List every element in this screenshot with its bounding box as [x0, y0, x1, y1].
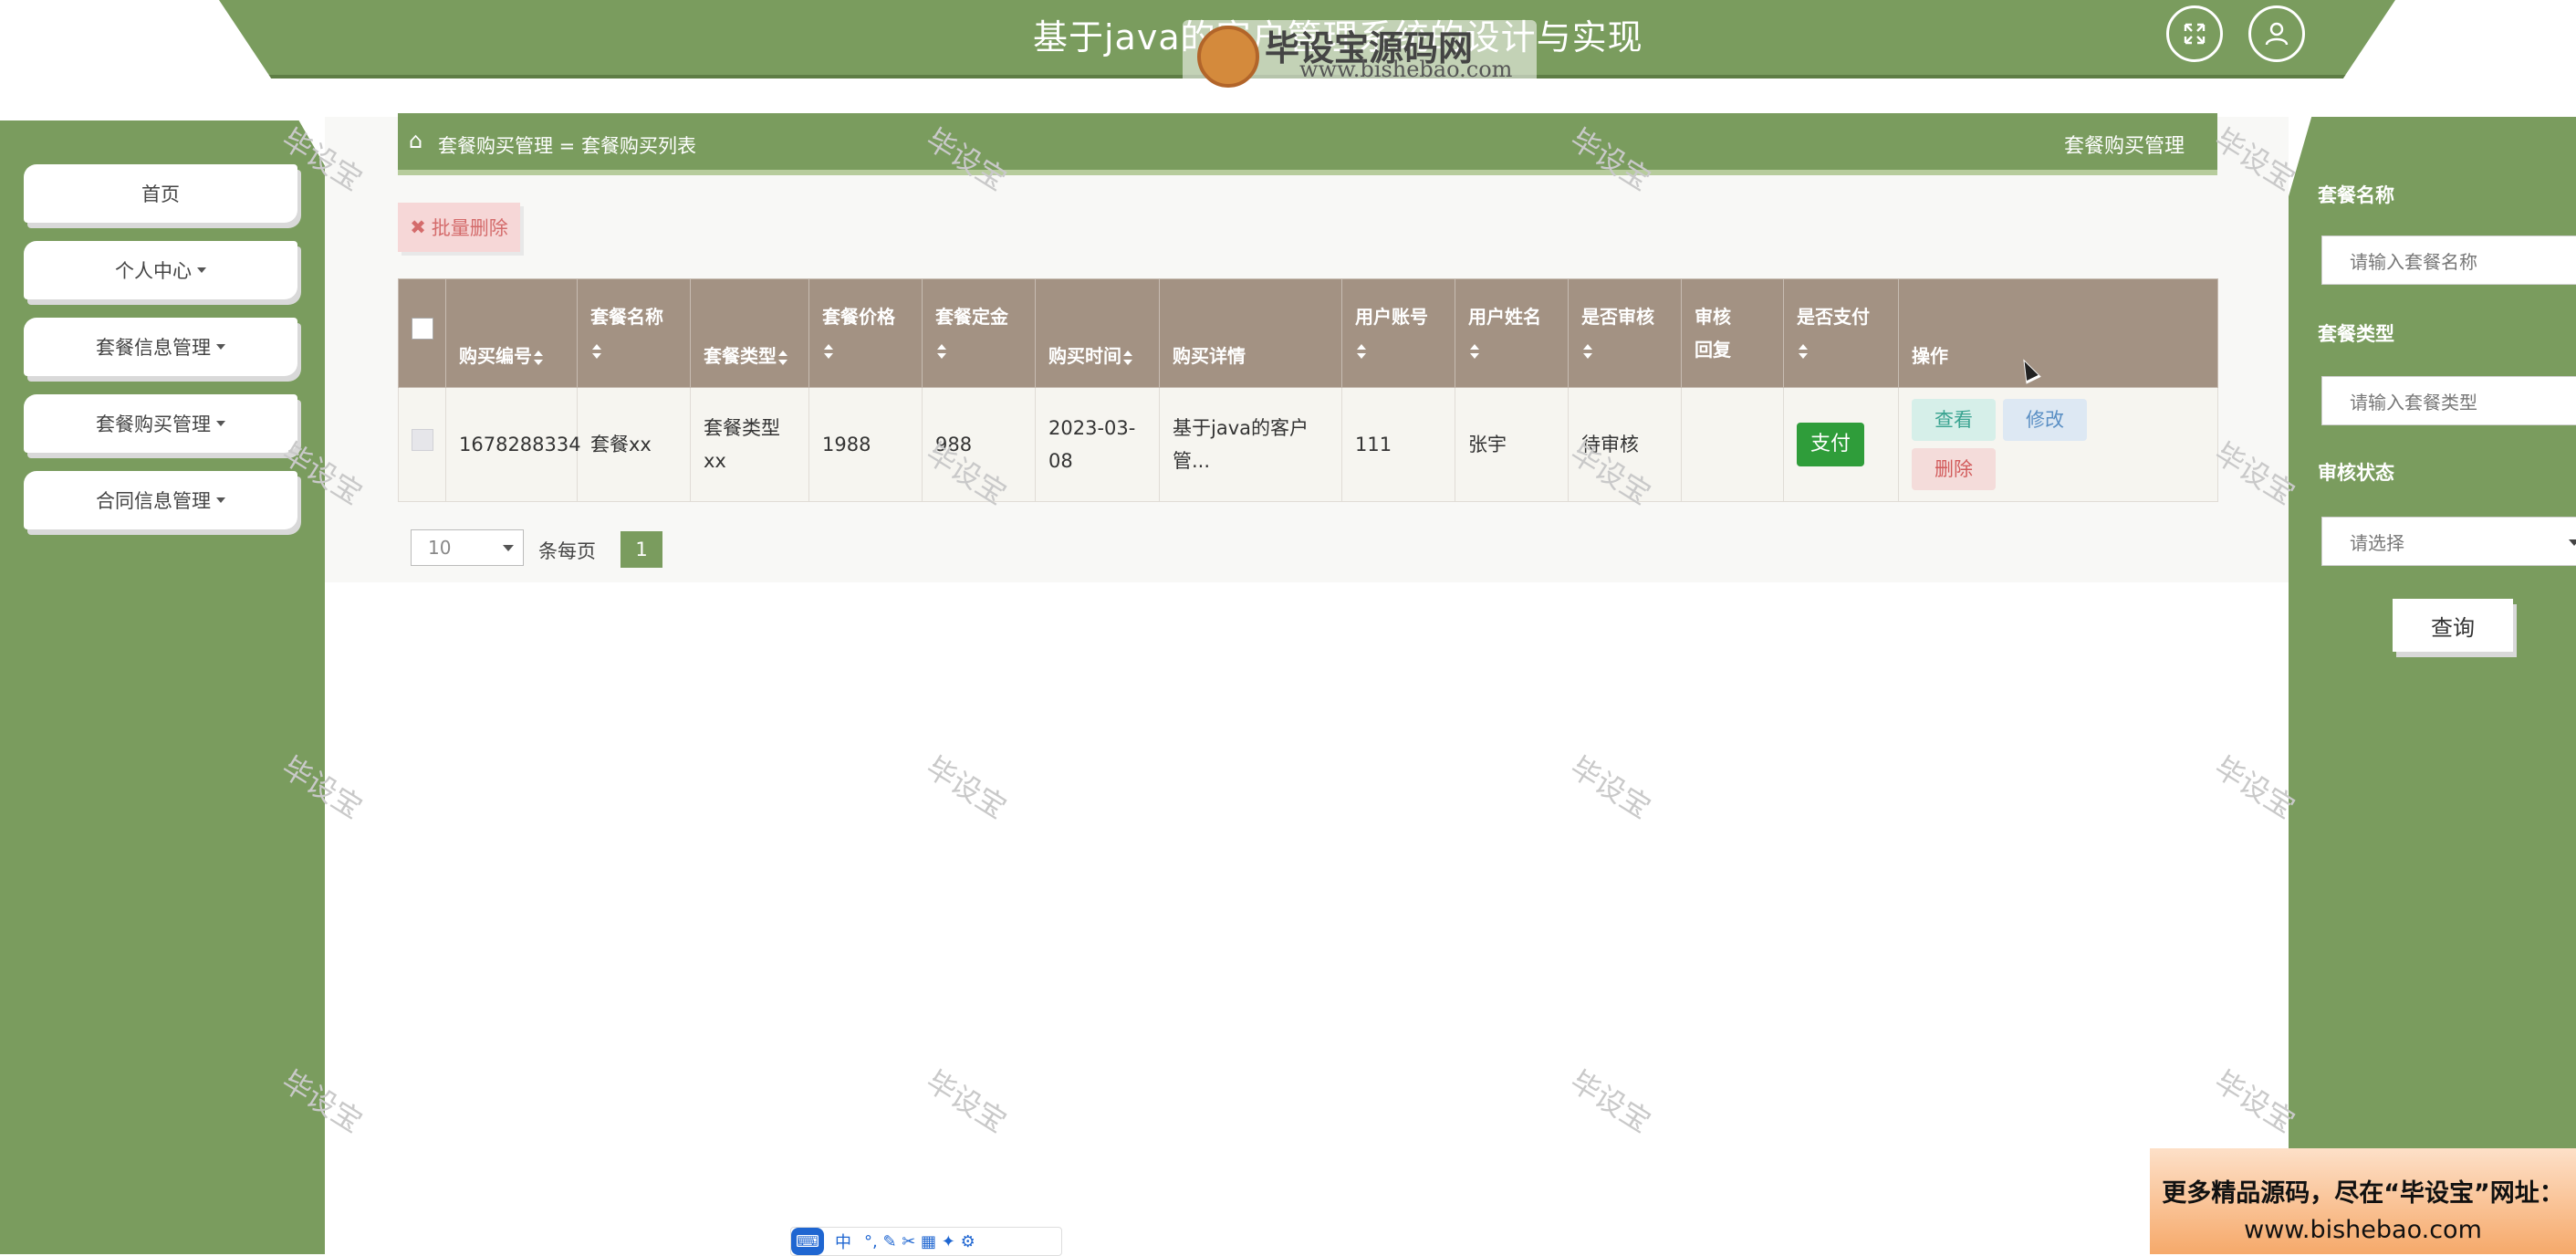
package-name-input[interactable]: 请输入套餐名称: [2321, 236, 2576, 285]
sort-icon[interactable]: [592, 343, 601, 359]
cell-package-name: 套餐xx: [577, 387, 691, 502]
promo-line: 更多精品源码，尽在“毕设宝”网址：: [2162, 1179, 2564, 1208]
cell-package-price: 1988: [808, 387, 923, 502]
column-header: 购买详情: [1159, 278, 1342, 388]
sort-icon[interactable]: [778, 350, 787, 365]
column-header[interactable]: 套餐名称: [577, 278, 691, 388]
search-status-label: 审核状态: [2318, 462, 2394, 484]
select-all-cell: [398, 278, 446, 388]
sort-icon[interactable]: [937, 343, 946, 359]
cell-audit-status: 待审核: [1568, 387, 1682, 502]
sidebar-item-label: 个人中心: [115, 260, 192, 282]
sort-icon[interactable]: [824, 343, 833, 359]
sidebar-item-contract-info[interactable]: 合同信息管理: [24, 471, 297, 529]
expand-icon: [2184, 23, 2206, 45]
cell-purchase-id: 1678288334: [445, 387, 581, 502]
page-number-button[interactable]: 1: [621, 531, 662, 568]
column-header[interactable]: 是否审核: [1568, 278, 1682, 388]
watermark: 毕设宝: [920, 1063, 1013, 1140]
cell-user-name: 张宇: [1455, 387, 1569, 502]
search-type-label: 套餐类型: [2318, 323, 2394, 345]
pay-button[interactable]: 支付: [1797, 423, 1864, 466]
logo-url: www.bishebao.com: [1299, 57, 1513, 82]
table-row: 1678288334 套餐xx 套餐类型xx 1988 988 2023-03-…: [398, 387, 2218, 502]
sort-icon[interactable]: [534, 350, 543, 365]
cell-package-type: 套餐类型xx: [690, 387, 809, 502]
select-all-checkbox[interactable]: [412, 318, 433, 340]
edit-button[interactable]: 修改: [2003, 399, 2087, 441]
column-header[interactable]: 用户账号: [1341, 278, 1455, 388]
column-header[interactable]: 套餐价格: [808, 278, 923, 388]
promo-url: www.bishebao.com: [2244, 1216, 2482, 1244]
caret-down-icon: [197, 267, 206, 273]
watermark: 毕设宝: [1564, 749, 1657, 826]
query-button[interactable]: 查询: [2393, 599, 2513, 652]
fullscreen-button[interactable]: [2166, 5, 2223, 62]
caret-down-icon: [216, 497, 225, 503]
cell-actions: 查看 修改 删除: [1898, 387, 2218, 502]
watermark: 毕设宝: [920, 749, 1013, 826]
search-panel: [2289, 117, 2576, 1254]
column-header[interactable]: 购买时间: [1035, 278, 1160, 388]
sidebar-item-label: 套餐购买管理: [96, 413, 211, 435]
caret-down-icon: [216, 344, 225, 350]
cell-purchase-time: 2023-03-08: [1035, 387, 1160, 502]
column-header: 操作: [1898, 278, 2218, 388]
cell-package-deposit: 988: [922, 387, 1036, 502]
cell-audit-reply: [1681, 387, 1784, 502]
breadcrumb: ⌂ 套餐购买管理 = 套餐购买列表 套餐购买管理: [398, 113, 2217, 175]
column-header[interactable]: 用户姓名: [1455, 278, 1569, 388]
breadcrumb-path: 套餐购买管理 = 套餐购买列表: [438, 135, 696, 157]
sidebar-item-label: 合同信息管理: [96, 490, 211, 512]
column-header[interactable]: 套餐定金: [922, 278, 1036, 388]
sort-icon[interactable]: [1799, 343, 1808, 359]
table-header-row: 购买编号 套餐名称 套餐类型 套餐价格 套餐定金 购买时间 购买详情 用户账号 …: [398, 278, 2218, 388]
watermark: 毕设宝: [1564, 1063, 1657, 1140]
search-name-label: 套餐名称: [2318, 184, 2394, 206]
column-header[interactable]: 购买编号: [445, 278, 578, 388]
promo-banner[interactable]: 更多精品源码，尽在“毕设宝”网址： www.bishebao.com: [2150, 1148, 2576, 1254]
cell-purchase-detail: 基于java的客户管...: [1159, 387, 1342, 502]
sidebar-item-package-info[interactable]: 套餐信息管理: [24, 318, 297, 376]
ime-tools-icon[interactable]: °, ✎ ✂ ▦ ✦ ⚙: [864, 1232, 975, 1251]
cell-user-account: 111: [1341, 387, 1455, 502]
sort-icon[interactable]: [1357, 343, 1366, 359]
sidebar-item-label: 首页: [141, 183, 180, 205]
ime-mode-toggle[interactable]: 中: [835, 1230, 851, 1253]
delete-button[interactable]: 删除: [1912, 448, 1996, 490]
close-icon: ✖: [410, 216, 426, 238]
sort-icon[interactable]: [1123, 350, 1132, 365]
view-button[interactable]: 查看: [1912, 399, 1996, 441]
row-select-cell: [398, 387, 446, 502]
ime-logo-icon: ⌨: [791, 1228, 824, 1255]
cell-pay: 支付: [1783, 387, 1899, 502]
package-type-input[interactable]: 请输入套餐类型: [2321, 376, 2576, 425]
column-header[interactable]: 是否支付: [1783, 278, 1899, 388]
column-header[interactable]: 套餐类型: [690, 278, 809, 388]
per-page-label: 条每页: [538, 540, 596, 562]
site-logo: 毕设宝源码网 www.bishebao.com: [1183, 20, 1537, 88]
sidebar-item-home[interactable]: 首页: [24, 164, 297, 223]
user-menu-button[interactable]: [2248, 5, 2305, 62]
purchase-table: 购买编号 套餐名称 套餐类型 套餐价格 套餐定金 购买时间 购买详情 用户账号 …: [398, 278, 2218, 502]
batch-delete-label: 批量删除: [431, 217, 508, 239]
page-size-select[interactable]: 10: [411, 529, 524, 566]
user-icon: [2265, 22, 2289, 46]
logo-badge-icon: [1197, 26, 1259, 88]
sidebar-item-personal-center[interactable]: 个人中心: [24, 241, 297, 299]
caret-down-icon: [216, 421, 225, 426]
row-checkbox[interactable]: [412, 429, 433, 451]
ime-toolbar[interactable]: ⌨ 中 °, ✎ ✂ ▦ ✦ ⚙: [790, 1227, 1062, 1256]
sidebar-item-package-purchase[interactable]: 套餐购买管理: [24, 394, 297, 453]
sort-icon[interactable]: [1583, 343, 1592, 359]
sidebar-item-label: 套餐信息管理: [96, 337, 211, 359]
batch-delete-button[interactable]: ✖ 批量删除: [398, 203, 520, 252]
home-icon[interactable]: ⌂: [409, 128, 422, 153]
page-title: 套餐购买管理: [2063, 135, 2185, 158]
audit-status-select[interactable]: 请选择: [2321, 517, 2576, 566]
sort-icon[interactable]: [1470, 343, 1479, 359]
column-header: 审核回复: [1681, 278, 1784, 388]
